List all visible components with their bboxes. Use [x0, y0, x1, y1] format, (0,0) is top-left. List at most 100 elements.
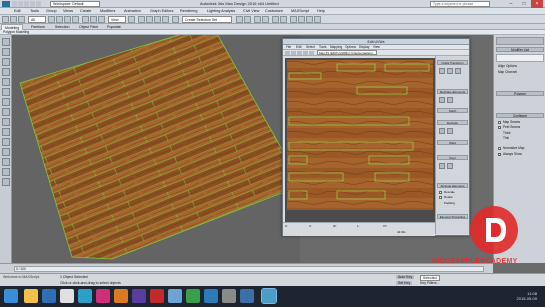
stitch-rollout[interactable]: Stitch: [437, 108, 468, 113]
move-icon[interactable]: [82, 16, 89, 23]
scale-icon[interactable]: [98, 16, 105, 23]
start-button-icon[interactable]: [4, 289, 18, 303]
menu-create[interactable]: Create: [80, 9, 91, 13]
illustrator-icon[interactable]: [114, 289, 128, 303]
hide-icon[interactable]: [2, 158, 10, 166]
selection-filter-dropdown[interactable]: All: [28, 16, 46, 23]
uv-map-dropdown[interactable]: Map #3 (EDITUVWM1) (Checkerpattern): [317, 50, 377, 55]
menu-rendering[interactable]: Rendering: [180, 9, 198, 13]
mirror-icon[interactable]: [236, 16, 243, 23]
menu-views[interactable]: Views: [63, 9, 73, 13]
material-editor-icon[interactable]: [290, 16, 297, 23]
close-icon[interactable]: ×: [531, 0, 543, 8]
command-panel-tabs[interactable]: [496, 37, 544, 45]
open-file-icon[interactable]: [18, 1, 23, 7]
snaps-icon[interactable]: [138, 16, 145, 23]
undo-icon[interactable]: [30, 1, 35, 7]
shape-icon[interactable]: [2, 68, 10, 76]
relax-icon[interactable]: [447, 97, 453, 103]
rect-select-icon[interactable]: [64, 16, 71, 23]
camera-icon[interactable]: [2, 88, 10, 96]
align-left-icon[interactable]: [439, 68, 445, 74]
photoshop-icon[interactable]: [78, 289, 92, 303]
uv-freeform-icon[interactable]: [303, 51, 308, 55]
freeze-icon[interactable]: [2, 168, 10, 176]
align-icon[interactable]: [244, 16, 251, 23]
3dsmax-taskbar-icon[interactable]: [261, 288, 277, 304]
maxscript-listener-label[interactable]: Welcome to MAXScript.: [3, 275, 40, 279]
time-slider[interactable]: [14, 266, 484, 272]
peel-mode-icon[interactable]: [439, 163, 445, 169]
uv-move-icon[interactable]: [285, 51, 290, 55]
menu-group[interactable]: Group: [46, 9, 57, 13]
edit-named-selection-icon[interactable]: [172, 16, 179, 23]
acrobat-icon[interactable]: [150, 289, 164, 303]
xref-icon[interactable]: [2, 128, 10, 136]
set-key-button[interactable]: Set Key: [396, 281, 413, 285]
rendered-frame-icon[interactable]: [306, 16, 313, 23]
app-icon-1[interactable]: [60, 289, 74, 303]
angle-snap-icon[interactable]: [146, 16, 153, 23]
pivot-icon[interactable]: [128, 16, 135, 23]
xy-label[interactable]: XY: [383, 224, 387, 228]
graphite-toggle-icon[interactable]: [262, 16, 269, 23]
reference-coord-dropdown[interactable]: View: [108, 16, 126, 23]
explode-rollout[interactable]: Explode: [437, 120, 468, 125]
pin-icon[interactable]: [447, 163, 453, 169]
app-icon-4[interactable]: [204, 289, 218, 303]
thin-label[interactable]: Thin: [503, 136, 509, 140]
align-right-icon[interactable]: [455, 68, 461, 74]
thick-label[interactable]: Thick: [503, 131, 511, 135]
spinner-snap-icon[interactable]: [162, 16, 169, 23]
scene-explorer-icon[interactable]: [2, 38, 10, 46]
premiere-icon[interactable]: [132, 289, 146, 303]
menu-tools[interactable]: Tools: [30, 9, 39, 13]
link-icon[interactable]: [18, 16, 25, 23]
save-file-icon[interactable]: [24, 1, 29, 7]
break-icon[interactable]: [439, 128, 445, 134]
uv-rotate-icon[interactable]: [291, 51, 296, 55]
schematic-view-icon[interactable]: [280, 16, 287, 23]
menu-maxscript[interactable]: MAXScript: [291, 9, 309, 13]
menu-lighting-analysis[interactable]: Lighting Analysis: [207, 9, 235, 13]
redo-icon[interactable]: [10, 16, 17, 23]
filter-icon[interactable]: [2, 48, 10, 56]
minimize-icon[interactable]: –: [505, 0, 517, 8]
uv-mirror-icon[interactable]: [309, 51, 314, 55]
sort-icon[interactable]: [2, 178, 10, 186]
app-logo-icon[interactable]: [2, 1, 10, 7]
named-selection-dropdown[interactable]: Create Selection Set: [182, 16, 232, 23]
undo-icon[interactable]: [2, 16, 9, 23]
modifier-list-dropdown[interactable]: Modifier List: [496, 47, 544, 52]
menu-modifiers[interactable]: Modifiers: [100, 9, 115, 13]
explorer-icon[interactable]: [24, 289, 38, 303]
rescale-checkbox[interactable]: [439, 191, 442, 194]
ie-icon[interactable]: [42, 289, 56, 303]
menu-animation[interactable]: Animation: [124, 9, 141, 13]
menu-edit[interactable]: Edit: [14, 9, 21, 13]
normalize-map-checkbox[interactable]: [498, 147, 501, 150]
always-show-checkbox[interactable]: [498, 153, 501, 156]
configure-rollout[interactable]: Configure: [496, 113, 544, 118]
new-file-icon[interactable]: [12, 1, 17, 7]
rotate-checkbox[interactable]: [439, 196, 442, 199]
all-ids-dropdown[interactable]: All IDs: [397, 230, 406, 234]
render-production-icon[interactable]: [314, 16, 321, 23]
search-input[interactable]: Type a keyword or phrase: [430, 1, 490, 7]
app-icon-5[interactable]: [222, 289, 236, 303]
map-seams-checkbox[interactable]: [498, 121, 501, 124]
menu-help[interactable]: Help: [317, 9, 325, 13]
weld-rollout[interactable]: Weld: [437, 140, 468, 145]
menu-civil-view[interactable]: Civil View: [243, 9, 259, 13]
layer-manager-icon[interactable]: [254, 16, 261, 23]
app-icon-3[interactable]: [186, 289, 200, 303]
peel-seams-checkbox[interactable]: [498, 126, 501, 129]
redo-icon[interactable]: [36, 1, 41, 7]
modifier-stack[interactable]: [496, 54, 544, 62]
helper-icon[interactable]: [2, 98, 10, 106]
bone-icon[interactable]: [2, 138, 10, 146]
particle-icon[interactable]: [2, 148, 10, 156]
key-filters-button[interactable]: Key Filters...: [420, 281, 439, 285]
system-clock[interactable]: 11:08 2015-05-09: [517, 291, 537, 301]
app-icon-6[interactable]: [240, 289, 254, 303]
